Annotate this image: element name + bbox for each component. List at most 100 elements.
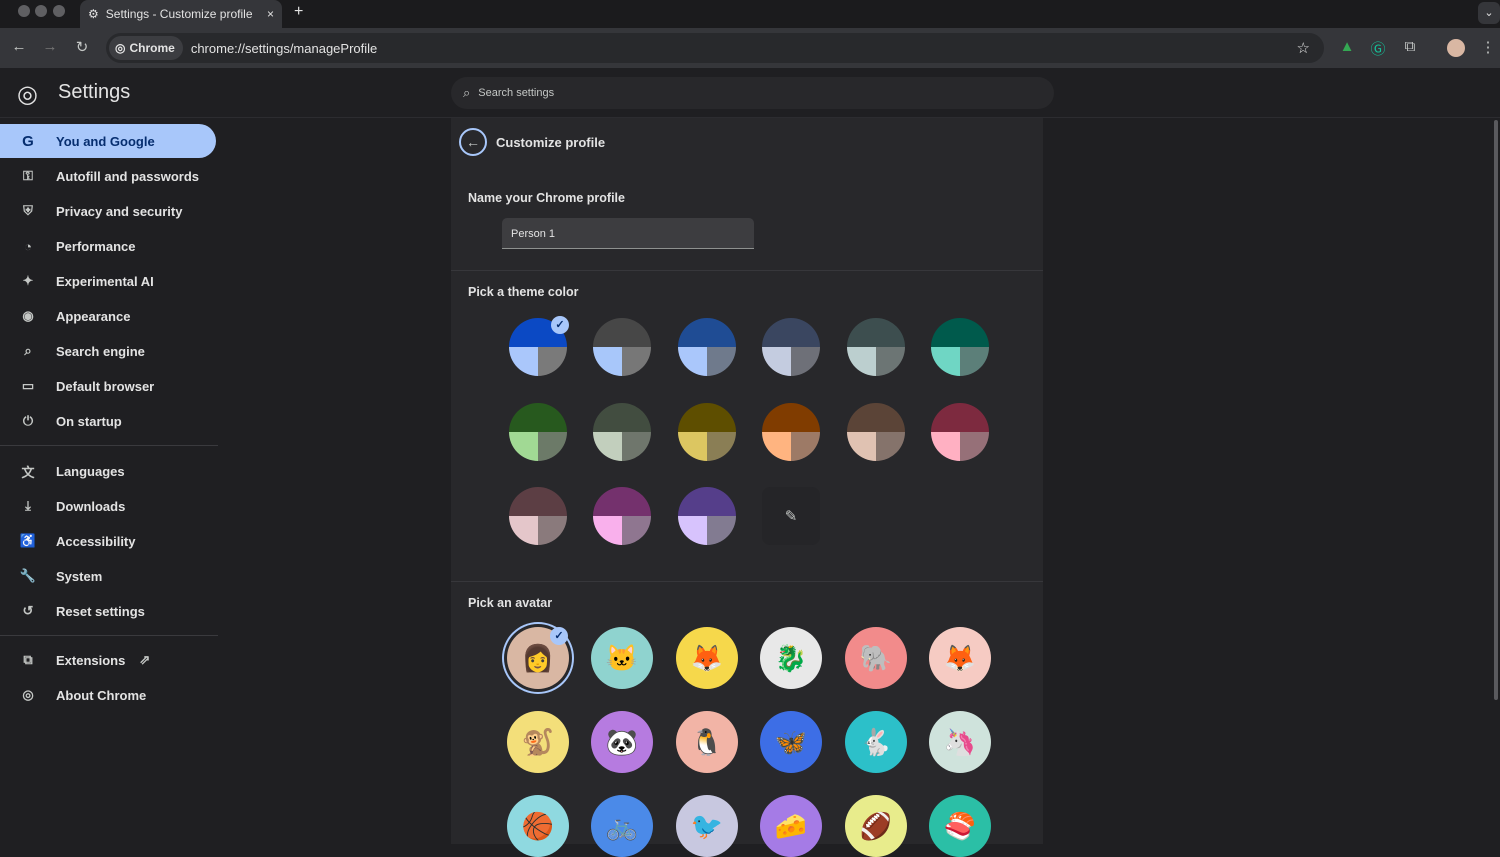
theme-color-swatch[interactable] — [509, 487, 567, 545]
chrome-icon: ◎ — [115, 41, 126, 55]
custom-color-picker-button[interactable]: ✎ — [762, 487, 820, 545]
avatar-option[interactable]: 🐉 — [760, 627, 822, 689]
theme-color-swatch[interactable] — [762, 403, 820, 461]
avatar-option[interactable]: 🐒 — [507, 711, 569, 773]
theme-color-swatch[interactable] — [847, 318, 905, 376]
avatar-label: Pick an avatar — [468, 596, 553, 610]
theme-color-swatch[interactable] — [762, 318, 820, 376]
sidebar-item-accessibility[interactable]: ♿ Accessibility — [0, 524, 216, 558]
minimize-window-button[interactable] — [35, 5, 47, 17]
sidebar-item-you-and-google[interactable]: G You and Google — [0, 124, 216, 158]
sidebar-item-system[interactable]: 🔧 System — [0, 559, 216, 593]
tab-search-button[interactable]: ⌄ — [1478, 2, 1500, 24]
profile-name-input[interactable]: Person 1 — [502, 218, 754, 249]
back-button[interactable]: ← — [9, 38, 29, 55]
sidebar-icon: 🔧 — [19, 568, 37, 583]
avatar-option[interactable]: 🏈 — [845, 795, 907, 857]
avatar-option[interactable]: 🦄 — [929, 711, 991, 773]
sidebar-item-label: Languages — [56, 463, 125, 479]
scrollbar[interactable] — [1494, 120, 1498, 700]
extensions-puzzle-icon[interactable]: ⧉ — [1400, 38, 1420, 55]
menu-kebab-icon[interactable]: ⋮ — [1478, 38, 1498, 56]
sidebar-item-downloads[interactable]: ⤓ Downloads — [0, 489, 216, 523]
sidebar-icon: ✦ — [22, 273, 34, 288]
theme-color-swatch[interactable] — [593, 318, 651, 376]
sidebar-item-on-startup[interactable]: ⏻ On startup — [0, 404, 216, 438]
avatar-option[interactable]: 🐇 — [845, 711, 907, 773]
sidebar-icon: ↺ — [22, 603, 34, 618]
sidebar-item-default-browser[interactable]: ▭ Default browser — [0, 369, 216, 403]
avatar-option[interactable]: 🐧 — [676, 711, 738, 773]
forward-button[interactable]: → — [40, 38, 60, 55]
sidebar-item-about-chrome[interactable]: ◎ About Chrome — [0, 678, 216, 712]
avatar-option[interactable]: 🐘 — [845, 627, 907, 689]
profile-avatar-button[interactable] — [1447, 39, 1465, 57]
sidebar-item-reset-settings[interactable]: ↺ Reset settings — [0, 594, 216, 628]
theme-label: Pick a theme color — [468, 285, 579, 299]
sidebar-item-label: Default browser — [56, 378, 155, 394]
sidebar-item-search-engine[interactable]: ⌕ Search engine — [0, 334, 216, 368]
sidebar-item-label: Appearance — [56, 308, 131, 324]
sidebar-item-label: On startup — [56, 413, 122, 429]
sidebar-item-experimental-ai[interactable]: ✦ Experimental AI — [0, 264, 216, 298]
gear-icon: ⚙ — [88, 7, 99, 21]
avatar-option[interactable]: 🦊 — [676, 627, 738, 689]
sidebar-item-label: About Chrome — [56, 687, 147, 703]
theme-color-swatch[interactable] — [847, 403, 905, 461]
search-icon: ⌕ — [463, 85, 471, 100]
theme-color-swatch[interactable] — [931, 318, 989, 376]
theme-color-swatch[interactable] — [593, 403, 651, 461]
theme-color-swatch[interactable] — [678, 487, 736, 545]
avatar-option[interactable]: 🍣 — [929, 795, 991, 857]
avatar-option[interactable]: 🐼 — [591, 711, 653, 773]
google-drive-extension-icon[interactable]: ▲ — [1337, 38, 1357, 55]
selected-check-icon: ✓ — [551, 316, 569, 334]
avatar-option[interactable]: 🏀 — [507, 795, 569, 857]
avatar-option[interactable]: 🦋 — [760, 711, 822, 773]
section-title: Customize profile — [496, 135, 606, 150]
sidebar-icon: ⤓ — [25, 498, 31, 513]
theme-color-swatch[interactable] — [593, 487, 651, 545]
search-settings-input[interactable]: ⌕ Search settings — [451, 77, 1054, 109]
close-window-button[interactable] — [18, 5, 30, 17]
maximize-window-button[interactable] — [53, 5, 65, 17]
theme-color-swatch[interactable] — [678, 403, 736, 461]
sidebar-item-extensions[interactable]: ⧉ Extensions ⇗ — [0, 643, 216, 677]
reload-button[interactable]: ↻ — [72, 38, 92, 56]
sidebar-item-privacy-and-security[interactable]: ⛨ Privacy and security — [0, 194, 216, 228]
avatar-option[interactable]: 🐱 — [591, 627, 653, 689]
chip-label: Chrome — [129, 41, 175, 55]
theme-color-swatch[interactable] — [931, 403, 989, 461]
bookmark-star-icon[interactable]: ☆ — [1297, 39, 1310, 57]
sidebar-icon: ⛨ — [23, 203, 33, 218]
name-label: Name your Chrome profile — [468, 191, 625, 205]
sidebar-item-autofill-and-passwords[interactable]: ⚿ Autofill and passwords — [0, 159, 216, 193]
avatar-option[interactable]: 🦊 — [929, 627, 991, 689]
settings-header: ◎ Settings ⌕ Search settings — [0, 68, 1500, 118]
theme-color-swatch[interactable] — [509, 403, 567, 461]
back-arrow-button[interactable]: ← — [459, 128, 487, 156]
tab-settings[interactable]: ⚙ Settings - Customize profile × — [80, 0, 282, 28]
sidebar-item-label: System — [56, 568, 103, 584]
avatar-option[interactable]: 🚲 — [591, 795, 653, 857]
avatar-option[interactable]: 🧀 — [760, 795, 822, 857]
url-text[interactable]: chrome://settings/manageProfile — [191, 41, 377, 56]
toolbar: ← → ↻ ◎ Chrome chrome://settings/managePr… — [0, 28, 1500, 68]
site-info-chip[interactable]: ◎ Chrome — [109, 36, 183, 60]
sidebar-icon: ⏻ — [22, 413, 34, 428]
sidebar-item-languages[interactable]: 文 Languages — [0, 454, 216, 488]
sidebar-item-label: Accessibility — [56, 533, 136, 549]
sidebar-item-label: Performance — [56, 238, 136, 254]
close-tab-button[interactable]: × — [267, 7, 274, 21]
sidebar-item-appearance[interactable]: ◉ Appearance — [0, 299, 216, 333]
new-tab-button[interactable]: + — [294, 3, 303, 21]
grammarly-extension-icon[interactable]: Ⓖ — [1368, 38, 1388, 59]
sidebar-item-performance[interactable]: ◔ Performance — [0, 229, 216, 263]
chrome-logo-icon: ◎ — [17, 81, 38, 108]
address-bar[interactable]: ◎ Chrome chrome://settings/manageProfile … — [106, 33, 1324, 63]
avatar-option[interactable]: 🐦 — [676, 795, 738, 857]
sidebar-divider — [0, 635, 218, 636]
customize-profile-card: ← Customize profile Name your Chrome pro… — [451, 118, 1043, 857]
theme-color-swatch[interactable] — [678, 318, 736, 376]
sidebar-icon: ⌕ — [24, 343, 32, 358]
